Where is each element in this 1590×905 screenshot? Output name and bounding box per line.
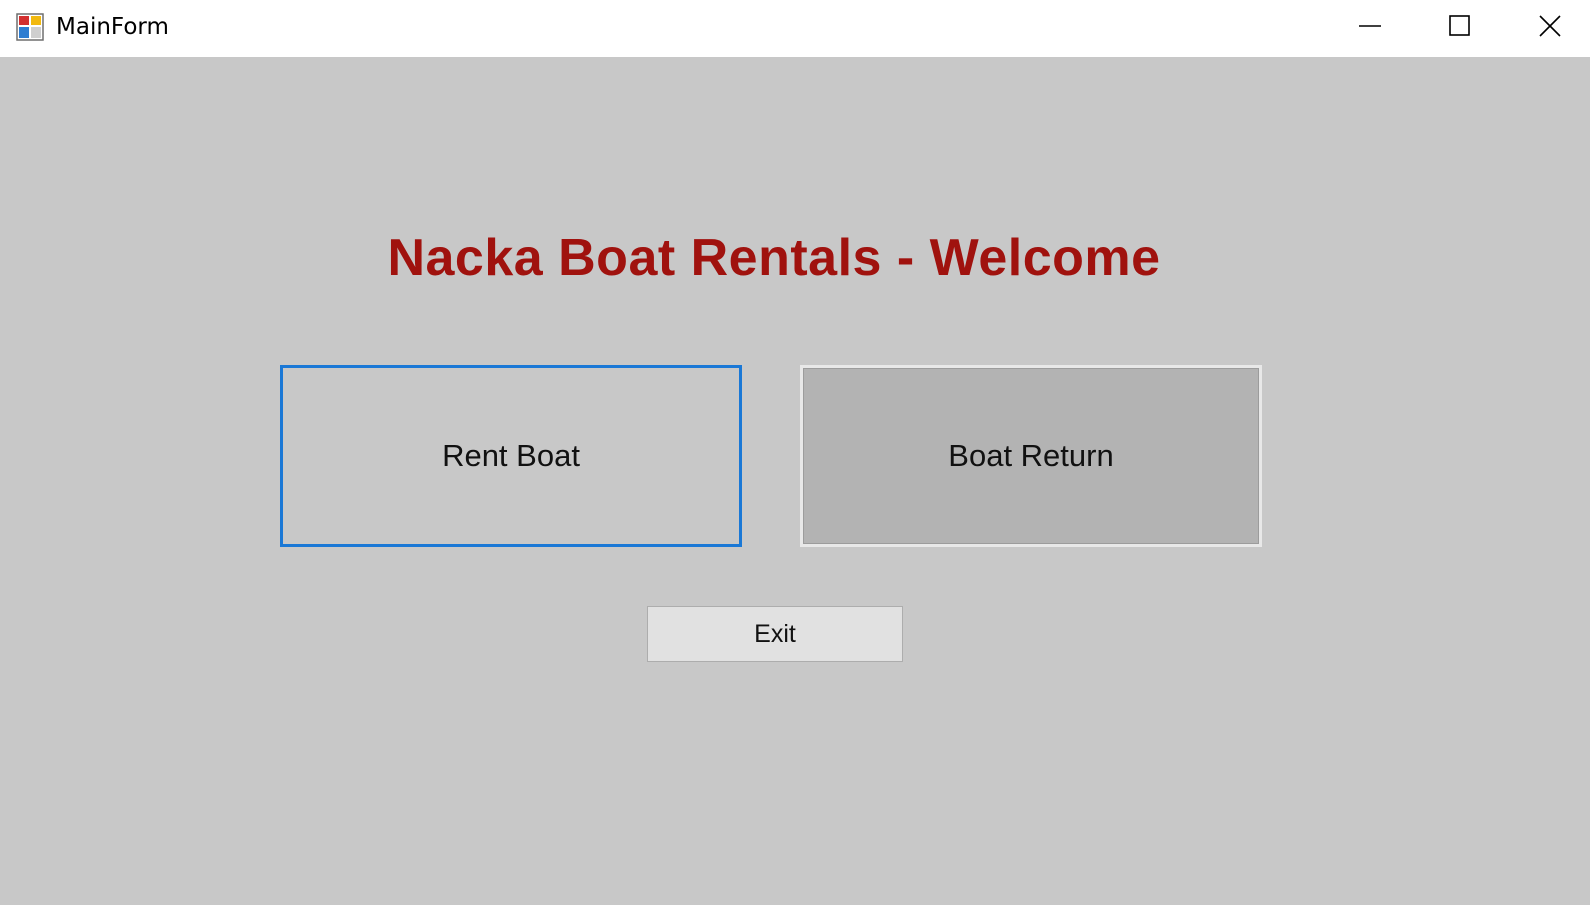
maximize-button[interactable] [1415,0,1505,52]
maximize-icon [1449,15,1470,36]
exit-button[interactable]: Exit [647,606,903,662]
app-form-icon[interactable] [16,13,44,41]
form-client-area: Nacka Boat Rentals - Welcome Rent Boat B… [0,57,1590,905]
minimize-button[interactable] [1325,0,1415,52]
title-bar[interactable]: MainForm [0,0,1590,57]
boat-return-button[interactable]: Boat Return [800,365,1262,547]
close-button[interactable] [1505,0,1590,52]
close-icon [1539,15,1561,37]
minimize-icon [1359,25,1381,27]
rent-boat-button[interactable]: Rent Boat [280,365,742,547]
welcome-heading: Nacka Boat Rentals - Welcome [387,229,1161,287]
window-title: MainForm [56,14,169,40]
main-form-window: MainForm Nacka Boat Rentals - Welcome Re… [0,0,1590,905]
